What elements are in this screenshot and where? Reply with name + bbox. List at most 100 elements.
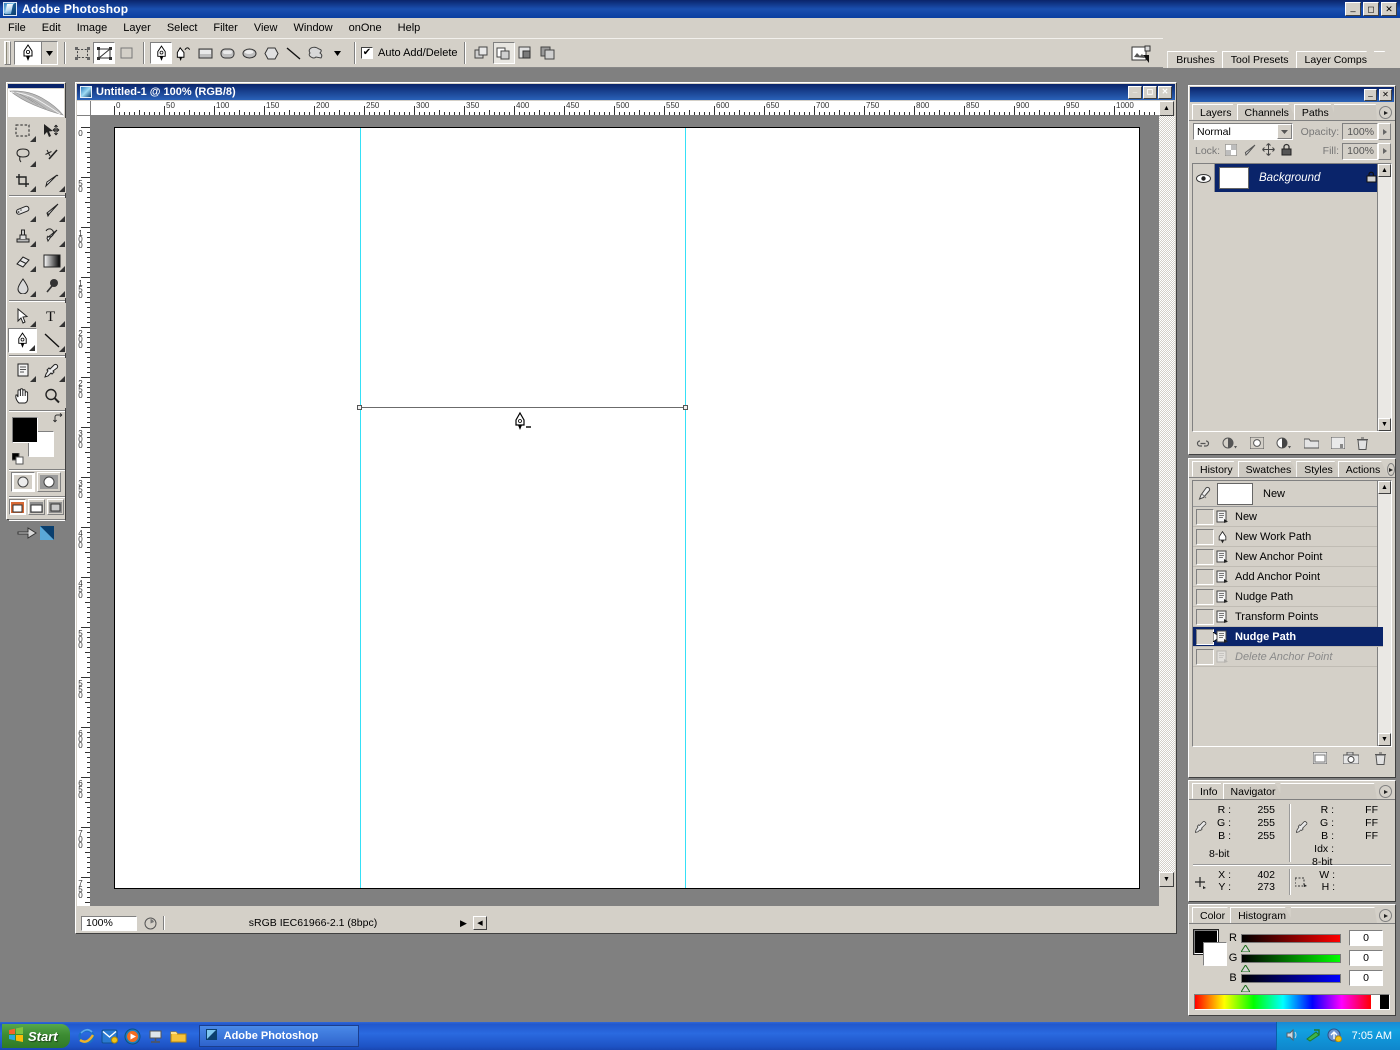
rectangle-icon[interactable] [194, 42, 216, 64]
lock-image-icon[interactable] [1243, 144, 1256, 159]
outlook-express-icon[interactable] [101, 1028, 118, 1045]
link-layers-icon[interactable] [1196, 438, 1210, 452]
path-anchor-point[interactable] [683, 405, 688, 410]
history-state-toggle[interactable] [1196, 648, 1214, 665]
layers-list[interactable]: ▲ ▼ Background [1192, 163, 1392, 432]
type-tool[interactable]: T [37, 303, 66, 328]
chevron-down-icon[interactable] [41, 42, 57, 64]
custom-shape-icon[interactable] [304, 42, 326, 64]
quick-mask-mode-icon[interactable] [37, 472, 61, 492]
chevron-down-icon[interactable] [1276, 124, 1292, 139]
ellipse-icon[interactable] [238, 42, 260, 64]
palette-menu-icon[interactable] [1379, 785, 1392, 798]
folder-icon[interactable] [170, 1028, 187, 1045]
slice-tool[interactable] [37, 168, 66, 193]
full-screen-menubar-icon[interactable] [27, 499, 45, 515]
move-tool[interactable] [37, 118, 66, 143]
eyedropper-tool[interactable] [37, 358, 66, 383]
guide-vertical[interactable] [685, 128, 686, 888]
history-state-toggle[interactable] [1196, 528, 1214, 545]
menu-select[interactable]: Select [159, 20, 206, 36]
scroll-up-button[interactable]: ▲ [1159, 101, 1174, 116]
tool-preset-picker[interactable] [14, 41, 58, 65]
channel-slider-r[interactable] [1241, 933, 1341, 943]
history-state-toggle[interactable] [1196, 608, 1214, 625]
scroll-track[interactable] [1159, 116, 1175, 872]
tab-navigator[interactable]: Navigator [1222, 783, 1284, 799]
history-state-toggle[interactable] [1196, 588, 1214, 605]
document-canvas[interactable] [114, 127, 1140, 889]
path-selection-tool[interactable] [8, 303, 37, 328]
scroll-down-button[interactable]: ▼ [1378, 733, 1391, 746]
layer-mask-icon[interactable] [1249, 436, 1265, 452]
lock-all-icon[interactable] [1281, 143, 1292, 159]
history-state-row-dimmed[interactable]: Delete Anchor Point [1193, 647, 1383, 667]
add-to-path-icon[interactable] [470, 42, 493, 64]
layers-palette-minimize-button[interactable]: _ [1364, 88, 1377, 101]
history-snapshot-row[interactable]: New [1193, 481, 1383, 507]
tab-history[interactable]: History [1192, 461, 1241, 477]
clone-stamp-tool[interactable] [8, 223, 37, 248]
marquee-tool[interactable] [8, 118, 37, 143]
color-ramp-icon[interactable] [1194, 994, 1390, 1010]
history-state-row[interactable]: New [1193, 507, 1383, 527]
lock-transparency-icon[interactable] [1224, 143, 1238, 159]
history-state-toggle[interactable] [1196, 508, 1214, 525]
scroll-up-button[interactable]: ▲ [1378, 481, 1391, 494]
opacity-field[interactable]: 100% [1342, 123, 1379, 140]
freeform-pen-icon[interactable] [172, 42, 194, 64]
taskbar-item-adobe-photoshop[interactable]: Adobe Photoshop [198, 1025, 359, 1047]
rounded-rectangle-icon[interactable] [216, 42, 238, 64]
media-player-icon[interactable] [124, 1028, 141, 1045]
status-resize-grip[interactable]: ◀ [473, 916, 487, 930]
swap-colors-icon[interactable] [53, 413, 64, 424]
tab-histogram[interactable]: Histogram [1230, 907, 1294, 923]
default-colors-icon[interactable] [11, 452, 24, 465]
network-icon[interactable] [1305, 1028, 1321, 1045]
channel-slider-b[interactable] [1241, 973, 1341, 983]
eye-icon[interactable] [1193, 164, 1215, 192]
dodge-tool[interactable] [37, 273, 66, 298]
fill-chevron-right-icon[interactable] [1378, 142, 1391, 160]
guide-vertical[interactable] [360, 128, 361, 888]
delete-state-icon[interactable] [1375, 752, 1386, 768]
palette-well-tab-brushes[interactable]: Brushes [1167, 51, 1224, 68]
menu-view[interactable]: View [246, 20, 286, 36]
fill-field[interactable]: 100% [1342, 142, 1378, 160]
menu-help[interactable]: Help [390, 20, 429, 36]
document-minimize-button[interactable]: _ [1128, 85, 1142, 99]
black-swatch[interactable] [1380, 995, 1389, 1009]
history-state-row-selected[interactable]: Nudge Path [1193, 627, 1383, 647]
tab-layers[interactable]: Layers [1192, 104, 1240, 120]
lasso-tool[interactable] [8, 143, 37, 168]
maximize-button[interactable]: ◻ [1363, 2, 1379, 16]
layers-palette-titlebar[interactable]: _ ✕ [1190, 87, 1394, 102]
new-snapshot-icon[interactable] [1342, 751, 1360, 767]
paths-icon[interactable] [93, 42, 115, 64]
history-brush-tool[interactable] [37, 223, 66, 248]
history-state-row[interactable]: Nudge Path [1193, 587, 1383, 607]
palette-well-icon[interactable] [1127, 42, 1155, 68]
clock[interactable]: 7:05 AM [1352, 1030, 1392, 1042]
status-expand-arrow[interactable]: ▶ [458, 916, 469, 931]
line-icon[interactable] [282, 42, 304, 64]
document-titlebar[interactable]: Untitled-1 @ 100% (RGB/8) _ ◻ ✕ [77, 84, 1175, 100]
scroll-up-button[interactable]: ▲ [1378, 164, 1391, 177]
history-list[interactable]: ▲ ▼ New New New Work Path New Anchor Poi… [1192, 480, 1392, 747]
crop-tool[interactable] [8, 168, 37, 193]
channel-slider-g[interactable] [1241, 953, 1341, 963]
document-profile-icon[interactable] [141, 916, 159, 931]
delete-layer-icon[interactable] [1357, 437, 1368, 453]
pen-tool-icon[interactable] [150, 42, 172, 64]
zoom-level-field[interactable]: 100% [81, 915, 137, 931]
history-state-toggle[interactable] [1196, 548, 1214, 565]
menu-filter[interactable]: Filter [205, 20, 245, 36]
work-path[interactable] [359, 407, 686, 408]
channel-slider-knob-r[interactable] [1240, 943, 1251, 952]
channel-value-g[interactable]: 0 [1349, 950, 1383, 966]
new-group-icon[interactable] [1303, 437, 1320, 452]
line-tool[interactable] [37, 328, 66, 353]
scroll-track[interactable] [1378, 494, 1391, 733]
layer-thumbnail[interactable] [1219, 167, 1249, 189]
layers-scrollbar[interactable]: ▲ ▼ [1377, 164, 1391, 431]
